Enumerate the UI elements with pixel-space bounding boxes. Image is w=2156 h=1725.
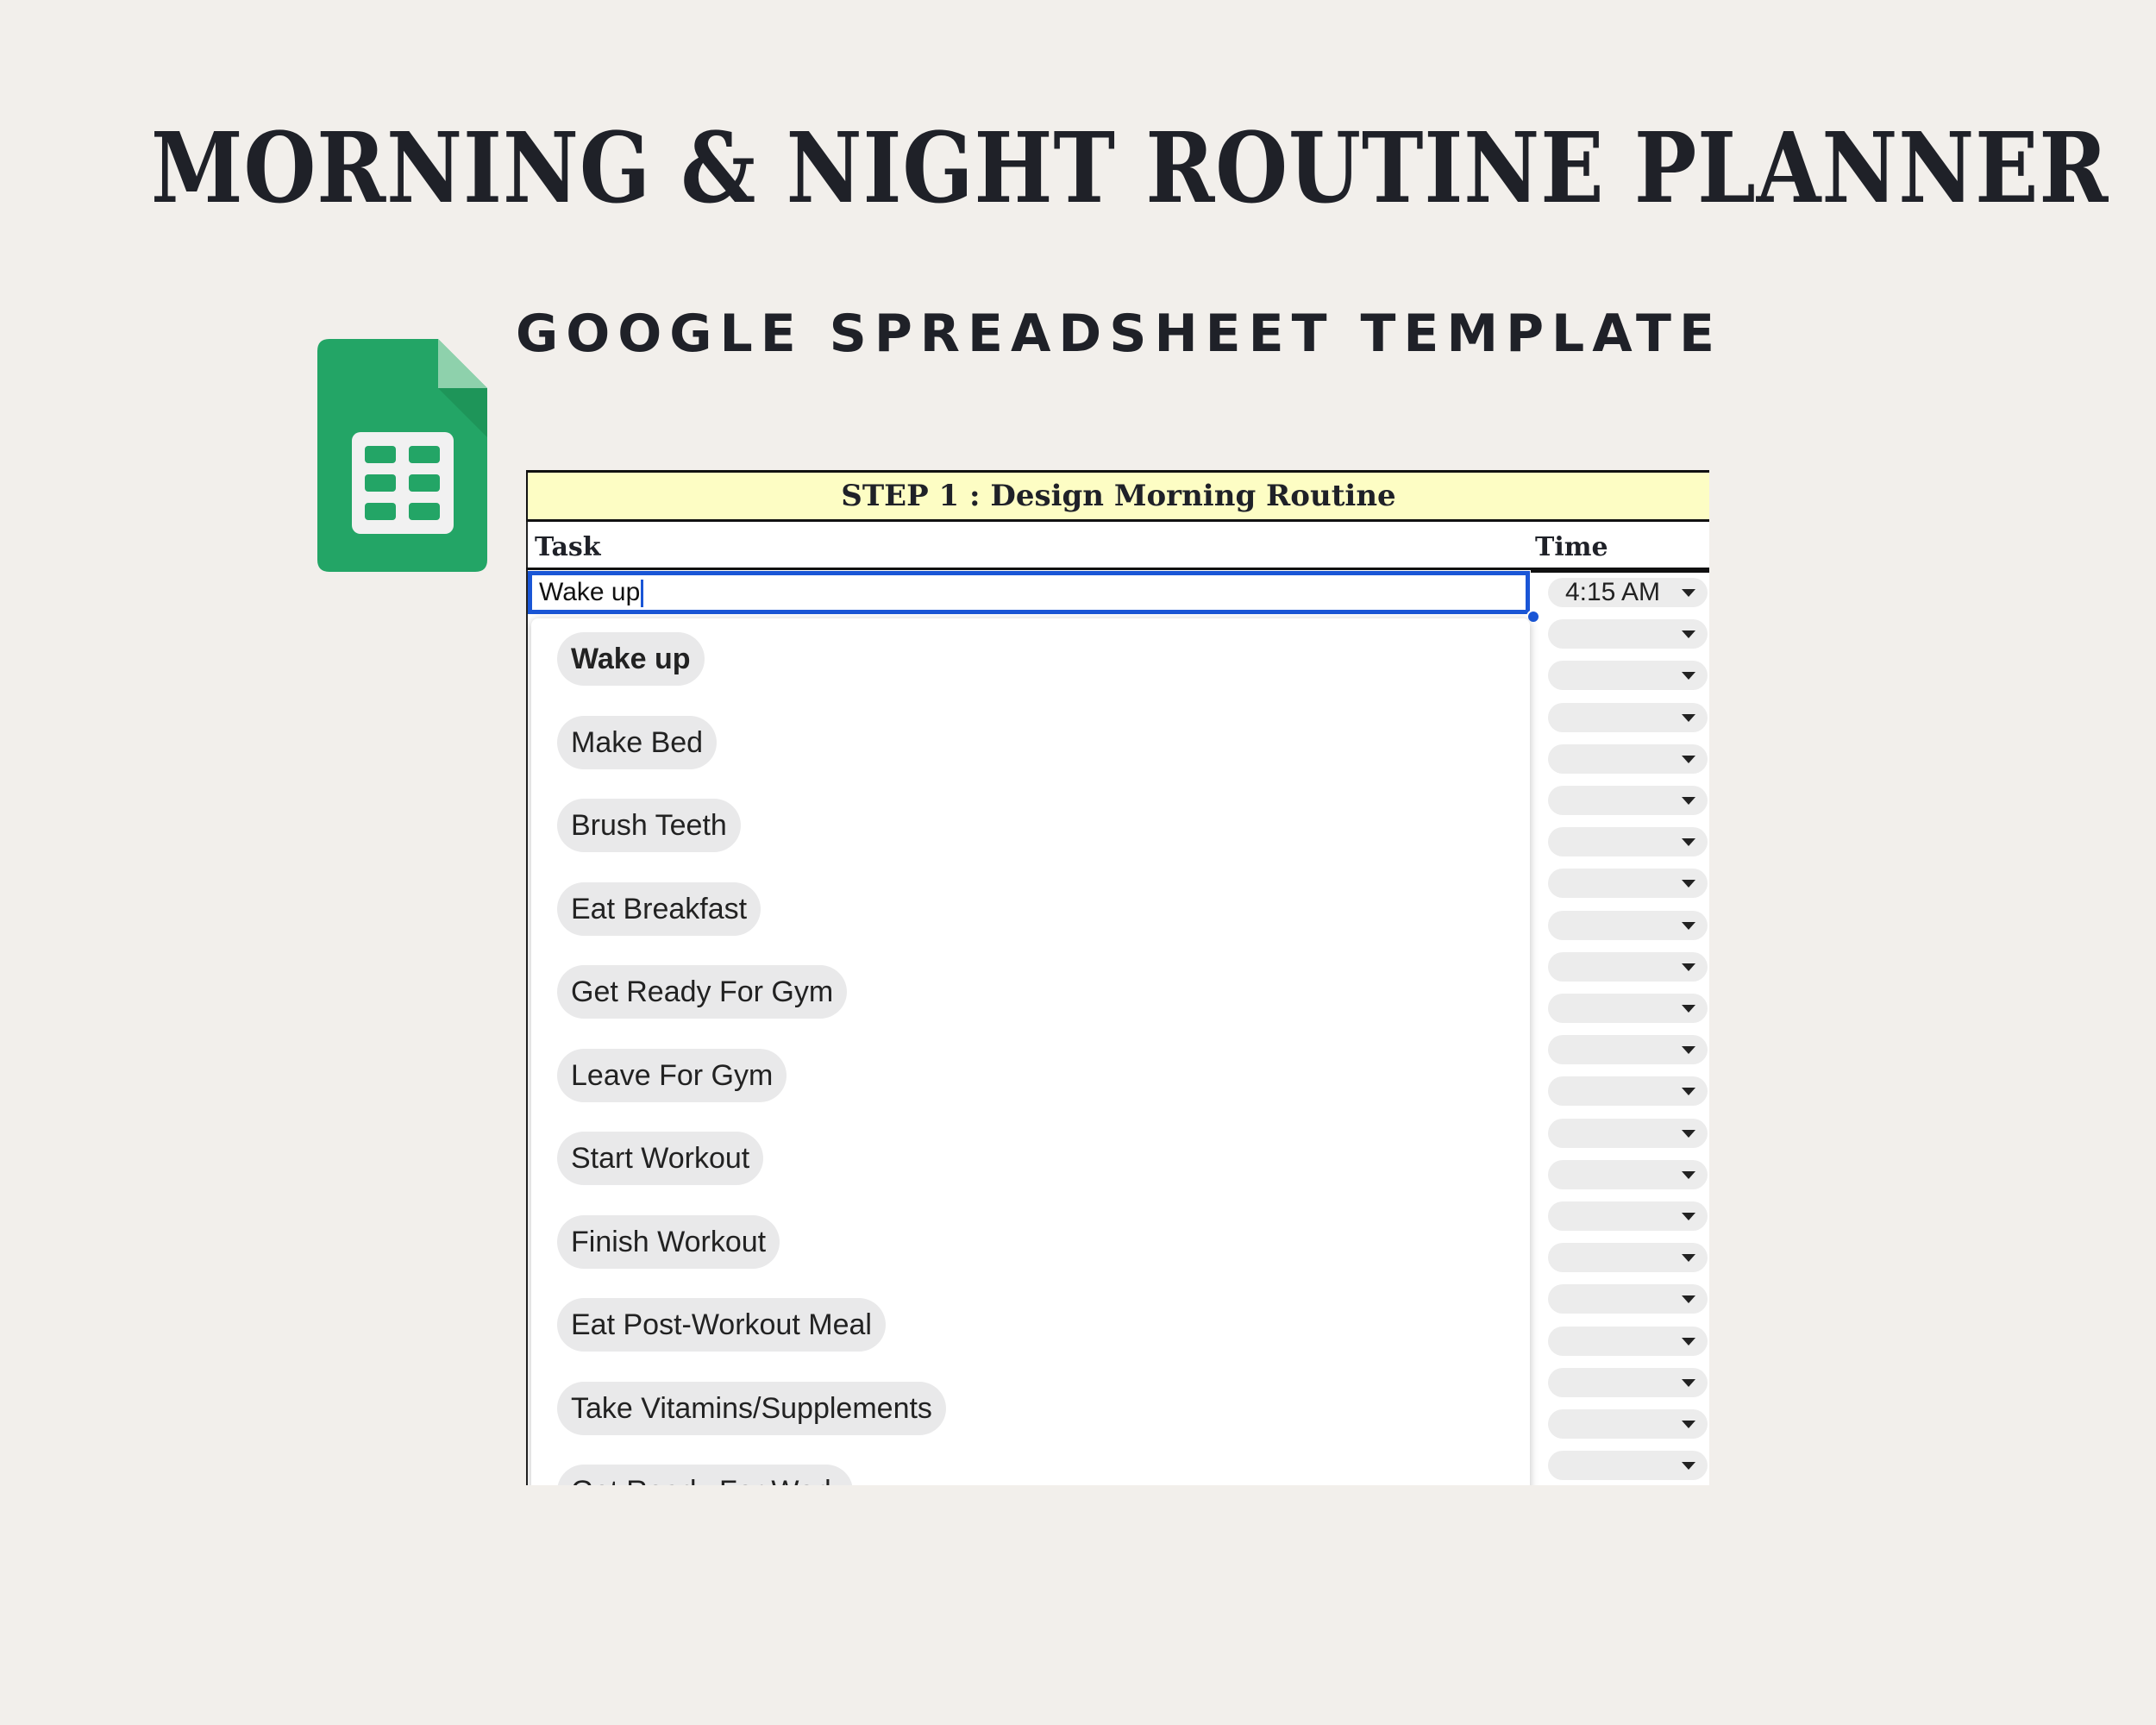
chevron-down-icon	[1682, 630, 1695, 639]
dropdown-option[interactable]: Finish Workout	[557, 1214, 780, 1269]
time-dropdown[interactable]	[1548, 1243, 1708, 1273]
time-dropdown[interactable]	[1548, 1451, 1708, 1481]
dropdown-option[interactable]: Get Ready For Work	[557, 1465, 854, 1485]
time-dropdown[interactable]	[1548, 1076, 1708, 1107]
time-dropdown[interactable]	[1548, 702, 1708, 732]
chevron-down-icon	[1682, 1378, 1695, 1387]
time-dropdown[interactable]	[1548, 786, 1708, 815]
chevron-down-icon	[1682, 797, 1695, 805]
step-header: STEP 1 : Design Morning Routine	[526, 470, 1709, 522]
time-value: 4:15 AM	[1564, 578, 1661, 606]
chevron-down-icon	[1682, 1088, 1695, 1096]
time-dropdown[interactable]	[1548, 1367, 1708, 1397]
task-column-header: Task	[535, 532, 601, 562]
chevron-down-icon	[1682, 880, 1695, 888]
time-dropdown[interactable]	[1548, 1118, 1708, 1148]
chevron-down-icon	[1682, 1295, 1695, 1304]
chevron-down-icon	[1682, 1421, 1695, 1428]
time-dropdown[interactable]	[1548, 827, 1708, 857]
dropdown-option[interactable]: Eat Post-Workout Meal	[557, 1298, 886, 1352]
time-column-header: Time	[1535, 532, 1608, 562]
dropdown-option[interactable]: Leave For Gym	[557, 1048, 787, 1102]
time-dropdown[interactable]	[1548, 1201, 1708, 1231]
time-dropdown[interactable]	[1548, 910, 1708, 940]
time-dropdown[interactable]	[1548, 1035, 1708, 1065]
time-dropdown[interactable]	[1548, 1409, 1708, 1439]
chevron-down-icon	[1682, 1129, 1695, 1138]
dropdown-option[interactable]: Make Bed	[557, 715, 718, 769]
time-dropdown[interactable]	[1548, 994, 1708, 1023]
google-sheets-icon	[317, 339, 487, 572]
time-dropdown[interactable]	[1548, 1159, 1708, 1189]
autocomplete-dropdown: Wake up Make Bed Brush Teeth Eat Breakfast G…	[531, 618, 1530, 1485]
time-dropdown[interactable]	[1548, 869, 1708, 899]
chevron-down-icon	[1682, 921, 1695, 930]
time-dropdown[interactable]	[1548, 951, 1708, 982]
chevron-down-icon	[1682, 1213, 1695, 1220]
chevron-down-icon	[1682, 838, 1695, 847]
time-dropdown[interactable]	[1548, 743, 1708, 774]
dropdown-option[interactable]: Take Vitamins/Supplements	[557, 1381, 946, 1435]
dropdown-option[interactable]: Brush Teeth	[557, 799, 741, 852]
dropdown-option[interactable]: Eat Breakfast	[557, 881, 761, 936]
time-dropdown[interactable]	[1548, 1284, 1708, 1314]
time-dropdown[interactable]	[1548, 661, 1708, 691]
time-dropdown[interactable]	[1548, 1326, 1708, 1356]
dropdown-option[interactable]: Wake up	[557, 632, 705, 686]
dropdown-option[interactable]: Start Workout	[557, 1132, 764, 1185]
task-input-value: Wake up	[539, 578, 641, 606]
chevron-down-icon	[1682, 589, 1695, 597]
chevron-down-icon	[1682, 1337, 1695, 1346]
text-caret	[641, 580, 644, 608]
chevron-down-icon	[1682, 1170, 1695, 1179]
sheet-border	[526, 522, 528, 1485]
chevron-down-icon	[1682, 713, 1695, 722]
dropdown-option[interactable]: Get Ready For Gym	[557, 965, 848, 1019]
chevron-down-icon	[1682, 1005, 1695, 1013]
time-dropdown[interactable]	[1548, 619, 1708, 649]
chevron-down-icon	[1682, 963, 1695, 971]
chevron-down-icon	[1682, 672, 1695, 681]
spreadsheet-view: STEP 1 : Design Morning Routine Task Tim…	[526, 470, 1709, 1485]
time-divider	[1531, 570, 1709, 573]
task-cell-input[interactable]: Wake up	[528, 571, 1530, 614]
chevron-down-icon	[1682, 755, 1695, 763]
chevron-down-icon	[1682, 1254, 1695, 1263]
chevron-down-icon	[1682, 1046, 1695, 1055]
page-title: MORNING & NIGHT ROUTINE PLANNER	[151, 112, 2109, 225]
time-dropdown[interactable]: 4:15 AM	[1548, 578, 1708, 607]
page-subtitle: GOOGLE SPREADSHEET TEMPLATE	[516, 304, 1722, 364]
chevron-down-icon	[1682, 1462, 1695, 1471]
